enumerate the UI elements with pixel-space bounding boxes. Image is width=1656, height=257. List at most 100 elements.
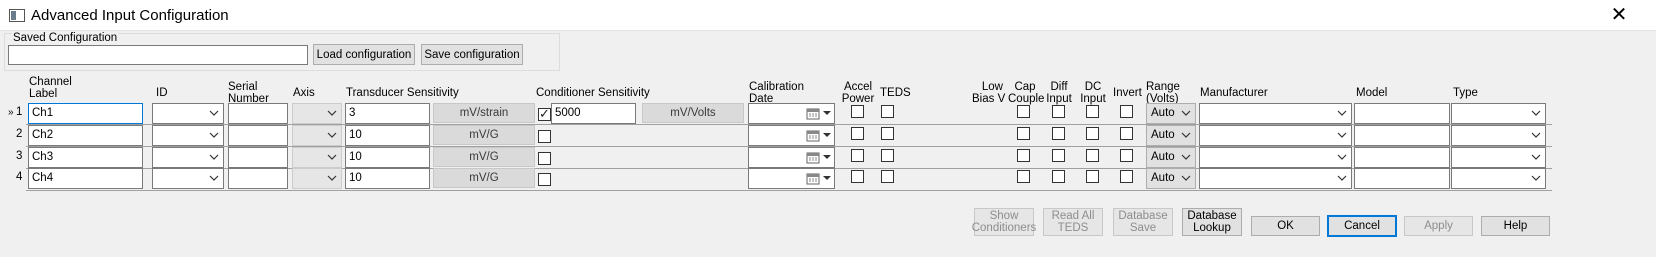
transducer-sensitivity-input[interactable]: 10 — [345, 125, 430, 146]
conditioner-enabled-checkbox[interactable] — [538, 152, 551, 165]
serial-number-input[interactable] — [228, 147, 288, 168]
invert-checkbox[interactable] — [1120, 127, 1133, 140]
model-input[interactable] — [1354, 125, 1450, 146]
serial-number-input[interactable] — [228, 103, 288, 124]
calibration-date-picker[interactable] — [748, 168, 835, 189]
chevron-down-icon — [208, 172, 220, 184]
transducer-sensitivity-input[interactable]: 10 — [345, 147, 430, 168]
axis-select[interactable] — [292, 147, 342, 168]
dc-input-checkbox[interactable] — [1086, 127, 1099, 140]
conditioner-unit-button[interactable]: mV/Volts — [642, 103, 744, 123]
cap-couple-checkbox[interactable] — [1017, 127, 1030, 140]
accel-power-checkbox[interactable] — [851, 149, 864, 162]
header-invert: Invert — [1113, 87, 1142, 99]
transducer-sensitivity-input[interactable]: 10 — [345, 168, 430, 189]
cap-couple-checkbox[interactable] — [1017, 170, 1030, 183]
range-select[interactable]: Auto — [1146, 125, 1196, 146]
manufacturer-select[interactable] — [1199, 168, 1352, 189]
teds-checkbox[interactable] — [881, 170, 894, 183]
header-calibration-date: Calibration Date — [749, 81, 804, 105]
id-select[interactable] — [152, 125, 224, 146]
type-select[interactable] — [1451, 103, 1546, 124]
channel-label-input[interactable]: Ch4 — [28, 168, 143, 189]
invert-checkbox[interactable] — [1120, 170, 1133, 183]
range-select[interactable]: Auto — [1146, 147, 1196, 168]
model-input[interactable] — [1354, 168, 1450, 189]
serial-number-input[interactable] — [228, 168, 288, 189]
conditioner-enabled-checkbox[interactable] — [538, 173, 551, 186]
chevron-down-icon — [326, 129, 338, 141]
axis-select[interactable] — [292, 125, 342, 146]
range-select-value: Auto — [1151, 172, 1175, 184]
transducer-unit-button[interactable]: mV/strain — [433, 103, 535, 123]
manufacturer-select[interactable] — [1199, 125, 1352, 146]
teds-checkbox[interactable] — [881, 127, 894, 140]
accel-power-checkbox[interactable] — [851, 170, 864, 183]
dc-input-checkbox[interactable] — [1086, 149, 1099, 162]
chevron-down-icon — [208, 129, 220, 141]
cap-couple-checkbox[interactable] — [1017, 105, 1030, 118]
saved-configuration-path-field[interactable] — [8, 45, 308, 65]
range-select[interactable]: Auto — [1146, 168, 1196, 189]
channel-label-input[interactable]: Ch1 — [28, 103, 143, 124]
teds-checkbox[interactable] — [881, 149, 894, 162]
header-conditioner-sensitivity: Conditioner Sensitivity — [536, 87, 650, 99]
type-select[interactable] — [1451, 147, 1546, 168]
id-select[interactable] — [152, 147, 224, 168]
transducer-unit-button[interactable]: mV/G — [433, 125, 535, 145]
diff-input-checkbox[interactable] — [1052, 149, 1065, 162]
invert-checkbox[interactable] — [1120, 149, 1133, 162]
chevron-down-icon — [1530, 151, 1542, 163]
calibration-date-picker[interactable] — [748, 147, 835, 168]
show-conditioners-button[interactable]: Show Conditioners — [972, 208, 1036, 236]
invert-checkbox[interactable] — [1120, 105, 1133, 118]
help-button[interactable]: Help — [1481, 216, 1550, 236]
calibration-date-picker[interactable] — [748, 125, 835, 146]
serial-number-input[interactable] — [228, 125, 288, 146]
conditioner-enabled-checkbox[interactable] — [538, 130, 551, 143]
accel-power-checkbox[interactable] — [851, 127, 864, 140]
apply-button[interactable]: Apply — [1404, 216, 1473, 236]
type-select[interactable] — [1451, 125, 1546, 146]
conditioner-sensitivity-input[interactable]: 5000 — [551, 103, 636, 124]
database-save-button[interactable]: Database Save — [1113, 208, 1173, 236]
header-dc-input: DC Input — [1080, 81, 1106, 105]
close-icon[interactable]: ✕ — [1596, 3, 1642, 29]
type-select[interactable] — [1451, 168, 1546, 189]
chevron-down-icon — [1336, 129, 1348, 141]
diff-input-checkbox[interactable] — [1052, 105, 1065, 118]
cap-couple-checkbox[interactable] — [1017, 149, 1030, 162]
save-configuration-button[interactable]: Save configuration — [421, 44, 523, 65]
database-lookup-button[interactable]: Database Lookup — [1182, 208, 1242, 236]
dc-input-checkbox[interactable] — [1086, 170, 1099, 183]
transducer-unit-button[interactable]: mV/G — [433, 147, 535, 167]
channel-label-input[interactable]: Ch2 — [28, 125, 143, 146]
transducer-unit-button[interactable]: mV/G — [433, 168, 535, 188]
ok-button[interactable]: OK — [1251, 216, 1320, 236]
read-all-teds-button[interactable]: Read All TEDS — [1043, 208, 1103, 236]
chevron-down-icon — [822, 152, 832, 162]
id-select[interactable] — [152, 103, 224, 124]
calendar-icon — [806, 173, 820, 188]
accel-power-checkbox[interactable] — [851, 105, 864, 118]
axis-select[interactable] — [292, 103, 342, 124]
dc-input-checkbox[interactable] — [1086, 105, 1099, 118]
range-select[interactable]: Auto — [1146, 103, 1196, 124]
transducer-sensitivity-input[interactable]: 3 — [345, 103, 430, 124]
manufacturer-select[interactable] — [1199, 103, 1352, 124]
calibration-date-picker[interactable] — [748, 103, 835, 124]
diff-input-checkbox[interactable] — [1052, 170, 1065, 183]
diff-input-checkbox[interactable] — [1052, 127, 1065, 140]
channel-label-input[interactable]: Ch3 — [28, 147, 143, 168]
load-configuration-button[interactable]: Load configuration — [313, 44, 415, 65]
cancel-button[interactable]: Cancel — [1327, 215, 1397, 237]
chevron-down-icon — [1180, 151, 1192, 163]
model-input[interactable] — [1354, 103, 1450, 124]
axis-select[interactable] — [292, 168, 342, 189]
model-input[interactable] — [1354, 147, 1450, 168]
conditioner-enabled-checkbox[interactable] — [538, 106, 551, 122]
id-select[interactable] — [152, 168, 224, 189]
chevron-down-icon — [326, 151, 338, 163]
manufacturer-select[interactable] — [1199, 147, 1352, 168]
teds-checkbox[interactable] — [881, 105, 894, 118]
